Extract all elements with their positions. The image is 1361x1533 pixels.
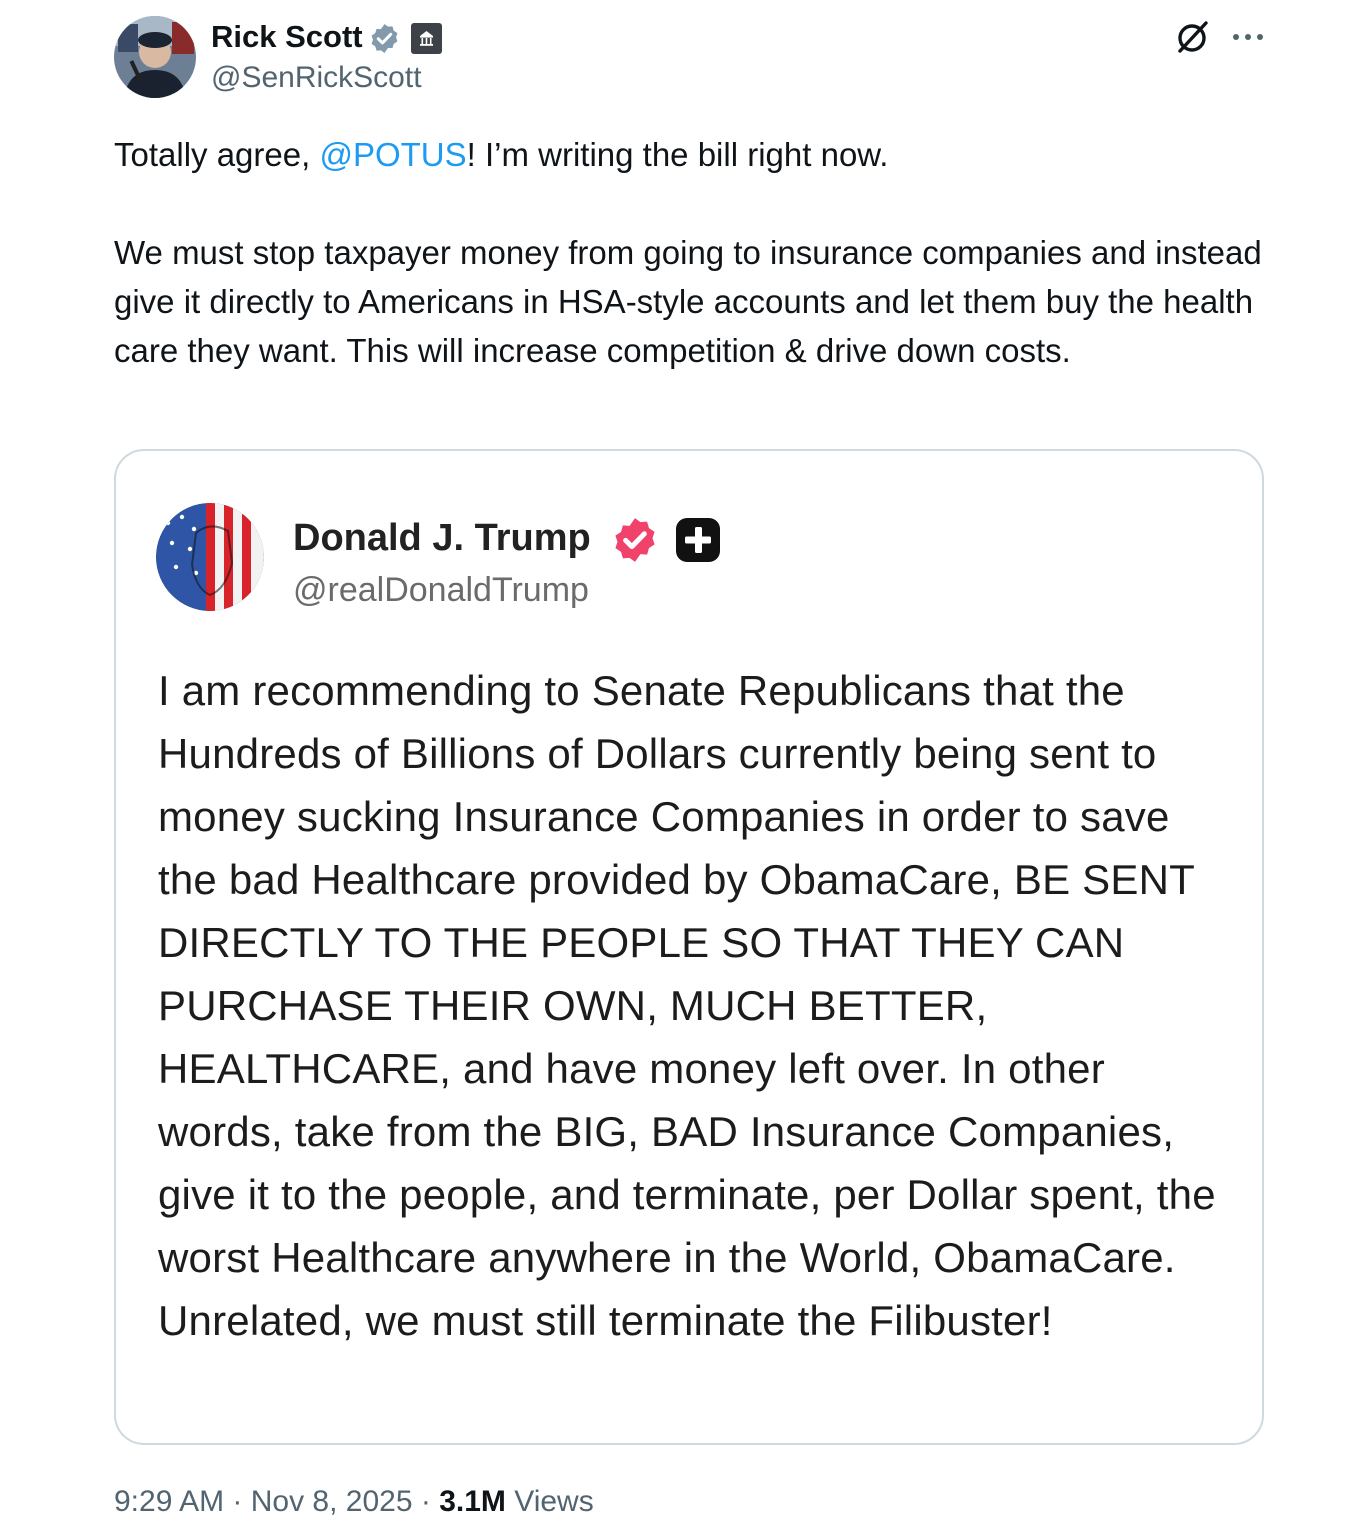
post-date[interactable]: Nov 8, 2025 [251,1485,413,1518]
plus-badge-icon [674,516,722,564]
author-avatar[interactable] [114,16,196,98]
tweet-intro-before: Totally agree, [114,136,320,173]
post-time[interactable]: 9:29 AM [114,1485,224,1518]
quoted-author-name[interactable]: Donald J. Trump [293,515,591,561]
grok-icon[interactable] [1174,18,1212,56]
meta-separator: · [412,1485,440,1518]
government-building-icon[interactable] [411,23,442,54]
verified-badge-icon[interactable] [368,22,401,55]
views-count[interactable]: 3.1M [439,1485,506,1518]
meta-separator: · [224,1485,251,1518]
author-name[interactable]: Rick Scott [211,18,363,56]
tweet-meta: 9:29 AM · Nov 8, 2025 · 3.1M Views [114,1482,594,1522]
quoted-post-text: I am recommending to Senate Republicans … [158,667,1216,1344]
mention-link[interactable]: @POTUS [319,136,466,173]
quoted-post-card[interactable]: Donald J. Trump @realDonaldTrump I am re… [114,449,1264,1445]
tweet-text: Totally agree, @POTUS! I’m writing the b… [114,130,1264,375]
quoted-author-avatar[interactable] [156,503,264,611]
author-handle[interactable]: @SenRickScott [211,60,422,96]
quoted-verified-badge-icon [610,515,660,565]
views-label[interactable]: Views [506,1485,594,1518]
tweet: Rick Scott @SenRickScott Totally agree, … [0,0,1361,1533]
more-options-icon[interactable] [1230,22,1266,52]
quoted-author-handle[interactable]: @realDonaldTrump [293,569,589,611]
tweet-intro-after: ! I’m writing the bill right now. [466,136,889,173]
tweet-intro: Totally agree, @POTUS! I’m writing the b… [114,130,1264,179]
tweet-body: We must stop taxpayer money from going t… [114,234,1262,369]
